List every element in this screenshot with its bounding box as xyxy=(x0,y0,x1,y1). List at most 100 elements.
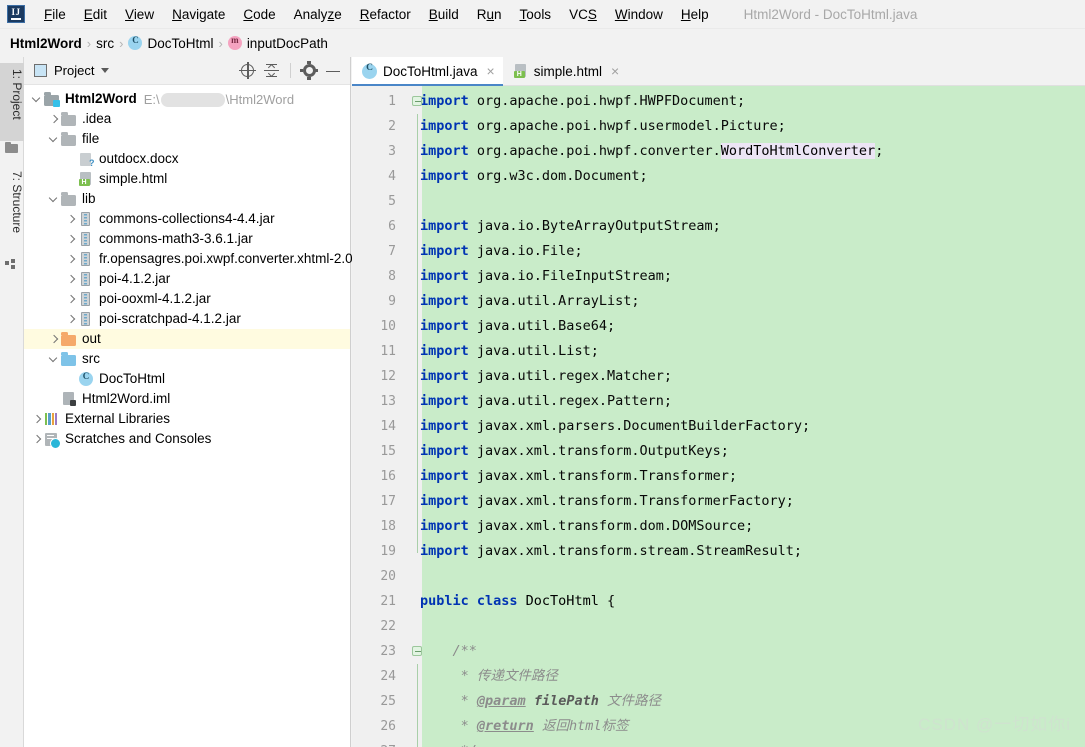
tree-item-out[interactable]: out xyxy=(24,329,350,349)
chevron-down-icon[interactable] xyxy=(101,68,109,73)
code-token: java.util.ArrayList; xyxy=(477,293,640,309)
menu-tools[interactable]: Tools xyxy=(511,4,561,25)
fold-region-line xyxy=(417,314,419,339)
code-token: java.util.Base64; xyxy=(477,318,615,334)
menu-vcs[interactable]: VCS xyxy=(560,4,606,25)
code-token: java.io.FileInputStream; xyxy=(477,268,672,284)
breadcrumb-item-doctohtml[interactable]: DocToHtml xyxy=(128,36,213,51)
chevron-right-icon[interactable] xyxy=(30,433,43,446)
line-number: 19 xyxy=(352,539,396,564)
redacted-path-segment xyxy=(161,93,225,107)
menu-code[interactable]: Code xyxy=(234,4,284,25)
chevron-right-icon[interactable] xyxy=(64,273,77,286)
jar-file-icon xyxy=(78,271,94,287)
menu-build[interactable]: Build xyxy=(420,4,468,25)
chevron-down-icon[interactable] xyxy=(30,93,43,106)
chevron-right-icon[interactable] xyxy=(47,333,60,346)
close-icon[interactable]: × xyxy=(611,64,619,78)
menu-edit[interactable]: Edit xyxy=(75,4,116,25)
chevron-right-icon[interactable] xyxy=(30,413,43,426)
tree-item-label: fr.opensagres.poi.xwpf.converter.xhtml-2… xyxy=(99,251,356,267)
fold-collapse-icon[interactable] xyxy=(412,646,422,656)
code-text: import java.util.Base64; xyxy=(420,314,615,339)
menu-help[interactable]: Help xyxy=(672,4,718,25)
tree-item-poi-scratchpad-4-1-2-jar[interactable]: poi-scratchpad-4.1.2.jar xyxy=(24,309,350,329)
tree-item-lib[interactable]: lib xyxy=(24,189,350,209)
gear-icon[interactable] xyxy=(298,60,320,82)
menu-mnemonic: T xyxy=(520,7,527,22)
code-editor[interactable]: 1import org.apache.poi.hwpf.HWPFDocument… xyxy=(352,86,1085,747)
tree-item-fr-opensagres-poi-xwpf-converter-xhtml-2-0[interactable]: fr.opensagres.poi.xwpf.converter.xhtml-2… xyxy=(24,249,350,269)
code-line: 3import org.apache.poi.hwpf.converter.Wo… xyxy=(352,139,1085,164)
tree-item-doctohtml[interactable]: DocToHtml xyxy=(24,369,350,389)
tree-item-html2word-iml[interactable]: Html2Word.iml xyxy=(24,389,350,409)
fold-region-line xyxy=(417,539,419,553)
tree-item-label: src xyxy=(82,351,100,367)
editor-tab-label: DocToHtml.java xyxy=(383,64,478,79)
editor-tab-simple-html[interactable]: simple.html× xyxy=(503,57,627,85)
tree-item-idea[interactable]: .idea xyxy=(24,109,350,129)
chevron-right-icon[interactable] xyxy=(64,233,77,246)
tree-item-poi-4-1-2-jar[interactable]: poi-4.1.2.jar xyxy=(24,269,350,289)
tree-item-label: .idea xyxy=(82,111,111,127)
menu-analyze[interactable]: Analyze xyxy=(285,4,351,25)
chevron-right-icon[interactable] xyxy=(64,293,77,306)
jar-file-icon xyxy=(78,211,94,227)
minimize-icon[interactable] xyxy=(322,60,344,82)
chevron-right-icon[interactable] xyxy=(47,113,60,126)
line-number: 24 xyxy=(352,664,396,689)
intellij-idea-window: IJ FileEditViewNavigateCodeAnalyzeRefact… xyxy=(0,0,1085,747)
tree-item-poi-ooxml-4-1-2-jar[interactable]: poi-ooxml-4.1.2.jar xyxy=(24,289,350,309)
fold-collapse-icon[interactable] xyxy=(412,96,422,106)
chevron-right-icon[interactable] xyxy=(64,313,77,326)
line-number: 21 xyxy=(352,589,396,614)
breadcrumb-item-html2word[interactable]: Html2Word xyxy=(10,36,82,51)
code-token: import xyxy=(420,243,477,259)
tree-item-external-libraries[interactable]: External Libraries xyxy=(24,409,350,429)
code-text: import org.w3c.dom.Document; xyxy=(420,164,648,189)
line-number: 1 xyxy=(352,89,396,114)
jar-file-icon xyxy=(78,231,94,247)
menu-run[interactable]: Run xyxy=(468,4,511,25)
chevron-down-icon[interactable] xyxy=(47,133,60,146)
collapse-all-icon[interactable] xyxy=(261,60,283,82)
structure-icon xyxy=(5,259,19,273)
breadcrumb-item-src[interactable]: src xyxy=(96,36,114,51)
menu-navigate[interactable]: Navigate xyxy=(163,4,234,25)
toolbar-divider xyxy=(290,63,291,78)
tree-item-file[interactable]: file xyxy=(24,129,350,149)
fold-region-line xyxy=(417,264,419,289)
code-token: import xyxy=(420,543,477,559)
tree-item-outdocx-docx[interactable]: outdocx.docx xyxy=(24,149,350,169)
code-token: import xyxy=(420,393,477,409)
tree-item-commons-collections4-4-4-jar[interactable]: commons-collections4-4.4.jar xyxy=(24,209,350,229)
tree-item-commons-math3-3-6-1-jar[interactable]: commons-math3-3.6.1.jar xyxy=(24,229,350,249)
editor-tab-bar: DocToHtml.java×simple.html× xyxy=(352,57,1085,86)
fold-region-line xyxy=(417,664,419,689)
locate-file-icon[interactable] xyxy=(237,60,259,82)
close-icon[interactable]: × xyxy=(487,64,495,78)
tree-item-label: Html2Word xyxy=(65,91,137,107)
tree-item-html2word[interactable]: Html2WordE:\\Html2Word xyxy=(24,89,350,109)
tree-item-src[interactable]: src xyxy=(24,349,350,369)
chevron-down-icon[interactable] xyxy=(47,353,60,366)
chevron-right-icon[interactable] xyxy=(64,253,77,266)
rail-tab-project[interactable]: 1: Project xyxy=(0,63,24,141)
line-number: 9 xyxy=(352,289,396,314)
menu-mnemonic: C xyxy=(243,7,253,22)
chevron-down-icon[interactable] xyxy=(47,193,60,206)
rail-tab-structure[interactable]: 7: Structure xyxy=(0,165,24,255)
code-token: javax.xml.transform.Transformer; xyxy=(477,468,737,484)
chevron-right-icon[interactable] xyxy=(64,213,77,226)
tree-item-scratches-and-consoles[interactable]: Scratches and Consoles xyxy=(24,429,350,449)
menu-refactor[interactable]: Refactor xyxy=(351,4,420,25)
line-number: 26 xyxy=(352,714,396,739)
menu-file[interactable]: File xyxy=(35,4,75,25)
tree-item-simple-html[interactable]: simple.html xyxy=(24,169,350,189)
breadcrumb-item-inputdocpath[interactable]: inputDocPath xyxy=(228,36,328,51)
editor-tab-doctohtml-java[interactable]: DocToHtml.java × xyxy=(352,57,503,85)
menu-view[interactable]: View xyxy=(116,4,163,25)
code-token: java.util.List; xyxy=(477,343,599,359)
menu-window[interactable]: Window xyxy=(606,4,672,25)
breadcrumb-separator: › xyxy=(87,36,91,51)
